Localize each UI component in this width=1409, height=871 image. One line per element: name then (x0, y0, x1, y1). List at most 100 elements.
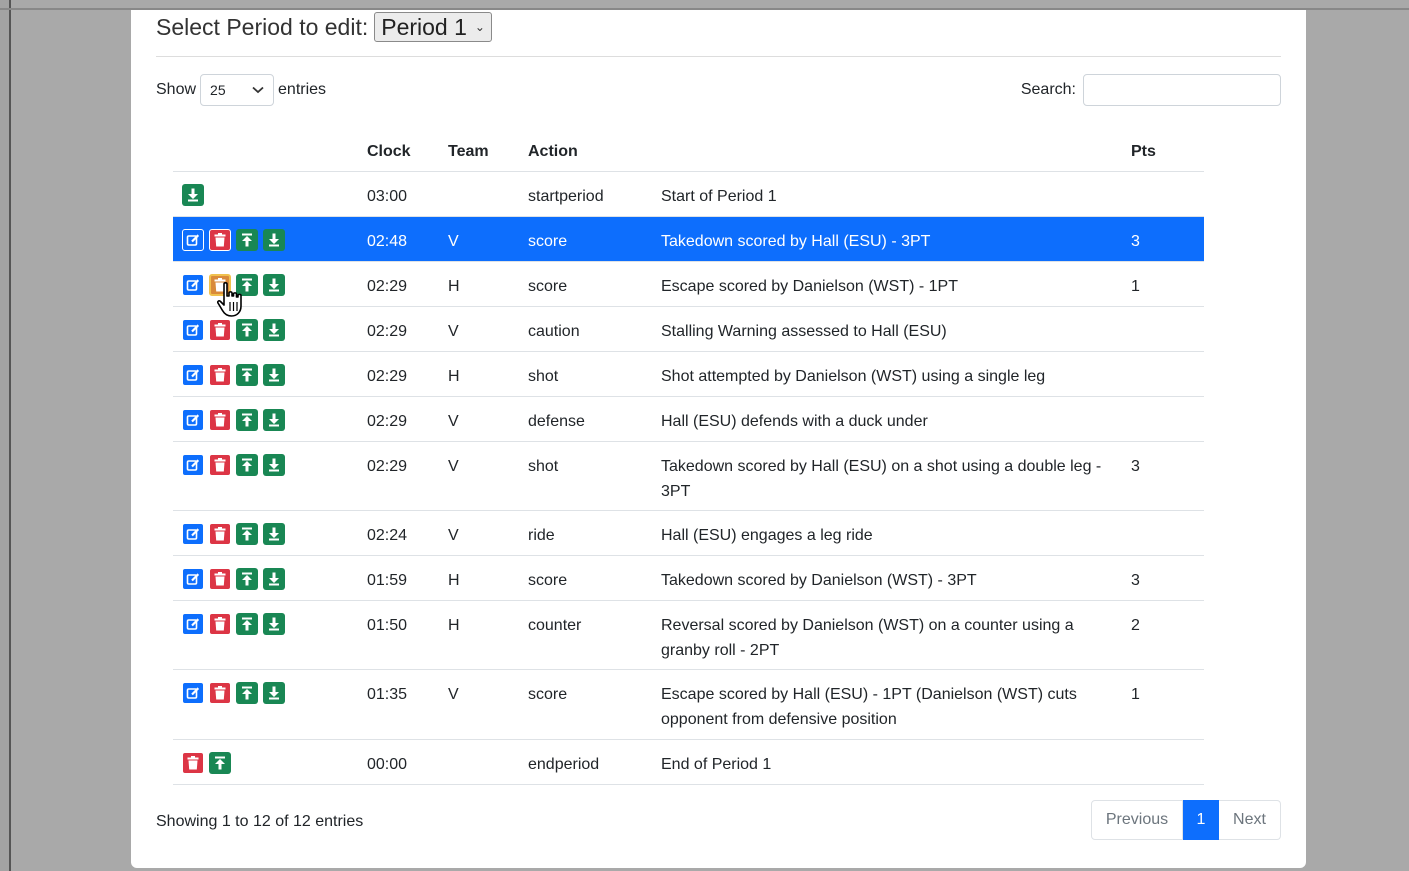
move-down-button[interactable] (182, 184, 204, 206)
entries-length-control: Show 25 entries (156, 73, 326, 107)
search-label: Search: (1020, 81, 1076, 98)
trash-icon (214, 368, 226, 382)
move-down-button[interactable] (263, 229, 285, 251)
next-page-button[interactable]: Next (1219, 800, 1281, 840)
table-row[interactable]: 00:00 endperiod End of Period 1 (173, 740, 1204, 785)
edit-button[interactable] (182, 229, 204, 251)
cell-action: shot (528, 368, 559, 385)
cell-action: score (528, 572, 568, 589)
divider (156, 56, 1281, 57)
row-actions (182, 184, 204, 206)
delete-button[interactable] (209, 523, 231, 545)
row-actions (182, 409, 285, 431)
delete-button[interactable] (209, 319, 231, 341)
edit-button[interactable] (182, 613, 204, 635)
cell-action: score (528, 233, 568, 250)
cell-action: score (528, 686, 568, 703)
edit-button[interactable] (182, 409, 204, 431)
download-icon (269, 323, 279, 337)
move-down-button[interactable] (263, 613, 285, 635)
edit-button[interactable] (182, 364, 204, 386)
cell-desc: Stalling Warning assessed to Hall (ESU) (661, 323, 947, 340)
cell-pts: 1 (1131, 278, 1140, 295)
column-header-team[interactable]: Team (448, 139, 489, 164)
edit-button[interactable] (182, 682, 204, 704)
cell-team: V (448, 686, 459, 703)
upload-icon (242, 323, 252, 337)
table-row[interactable]: 01:50 Hcounter Reversal scored by Danielso… (173, 601, 1204, 670)
move-up-button[interactable] (236, 682, 258, 704)
move-up-button[interactable] (236, 454, 258, 476)
period-select[interactable]: Period 1 ⌄ (374, 12, 492, 42)
delete-button[interactable] (182, 752, 204, 774)
period-select-value: Period 1 (381, 13, 467, 40)
table-row[interactable]: 02:24 Vride Hall (ESU) engages a leg ride (173, 511, 1204, 556)
edit-button[interactable] (182, 454, 204, 476)
table-row[interactable]: 01:35 Vscore Escape scored by Hall (ESU) -… (173, 670, 1204, 740)
delete-button[interactable] (209, 454, 231, 476)
delete-button[interactable] (209, 409, 231, 431)
move-down-button[interactable] (263, 454, 285, 476)
column-header-action[interactable]: Action (528, 139, 578, 164)
download-icon (269, 278, 279, 292)
edit-button[interactable] (182, 319, 204, 341)
move-up-button[interactable] (236, 409, 258, 431)
events-table: Clock Team Action Pts 03:00 startperiod St… (173, 129, 1204, 785)
table-row[interactable]: 02:29 Vcaution Stalling Warning assessed t… (173, 307, 1204, 352)
move-up-button[interactable] (236, 613, 258, 635)
cell-desc: Start of Period 1 (661, 188, 777, 205)
table-row[interactable]: 02:29 Hshot Shot attempted by Danielson (W… (173, 352, 1204, 397)
move-up-button[interactable] (236, 523, 258, 545)
cell-desc: Takedown scored by Hall (ESU) - 3PT (661, 233, 931, 250)
download-icon (188, 188, 198, 202)
delete-button[interactable] (209, 568, 231, 590)
cell-clock: 00:00 (367, 756, 408, 773)
table-row[interactable]: 02:29 Hscore Escape scored by Danielson (W… (173, 262, 1204, 307)
cell-clock: 02:29 (367, 323, 408, 340)
move-down-button[interactable] (263, 409, 285, 431)
move-down-button[interactable] (263, 682, 285, 704)
delete-button[interactable] (209, 613, 231, 635)
move-down-button[interactable] (263, 274, 285, 296)
delete-button[interactable] (209, 682, 231, 704)
entries-select[interactable]: 25 (200, 74, 275, 106)
move-up-button[interactable] (209, 752, 231, 774)
delete-button[interactable] (209, 364, 231, 386)
cell-team: H (448, 278, 460, 295)
move-down-button[interactable] (263, 319, 285, 341)
move-down-button[interactable] (263, 523, 285, 545)
page-1-button[interactable]: 1 (1183, 800, 1219, 840)
download-icon (269, 233, 279, 247)
search-input[interactable] (1083, 74, 1281, 106)
cell-desc: Takedown scored by Danielson (WST) - 3PT (661, 572, 977, 589)
cell-clock: 02:24 (367, 527, 408, 544)
table-row[interactable]: 01:59 Hscore Takedown scored by Danielson … (173, 556, 1204, 601)
table-row[interactable]: 02:29 Vdefense Hall (ESU) defends with a d… (173, 397, 1204, 442)
period-selector-row: Select Period to edit: Period 1 ⌄ (156, 10, 492, 44)
move-up-button[interactable] (236, 364, 258, 386)
previous-page-button[interactable]: Previous (1091, 800, 1183, 840)
edit-button[interactable] (182, 568, 204, 590)
move-down-button[interactable] (263, 568, 285, 590)
download-icon (269, 617, 279, 631)
table-row[interactable]: 02:29 Vshot Takedown scored by Hall (ESU) … (173, 442, 1204, 511)
column-header-clock[interactable]: Clock (367, 139, 411, 164)
move-up-button[interactable] (236, 568, 258, 590)
table-row[interactable]: 03:00 startperiod Start of Period 1 (173, 172, 1204, 217)
chevron-down-icon: ⌄ (474, 20, 485, 34)
move-down-button[interactable] (263, 364, 285, 386)
cell-pts: 3 (1131, 572, 1140, 589)
move-up-button[interactable] (236, 229, 258, 251)
cell-clock: 02:29 (367, 368, 408, 385)
events-panel: Select Period to edit: Period 1 ⌄ Show 2… (131, 10, 1306, 868)
row-actions (182, 229, 285, 251)
trash-icon (214, 458, 226, 472)
download-icon (269, 527, 279, 541)
table-row[interactable]: 02:48 Vscore Takedown scored by Hall (ESU)… (173, 217, 1204, 262)
column-header-pts[interactable]: Pts (1131, 139, 1156, 164)
edit-button[interactable] (182, 274, 204, 296)
edit-button[interactable] (182, 523, 204, 545)
delete-button[interactable] (209, 229, 231, 251)
trash-icon (214, 572, 226, 586)
move-up-button[interactable] (236, 319, 258, 341)
